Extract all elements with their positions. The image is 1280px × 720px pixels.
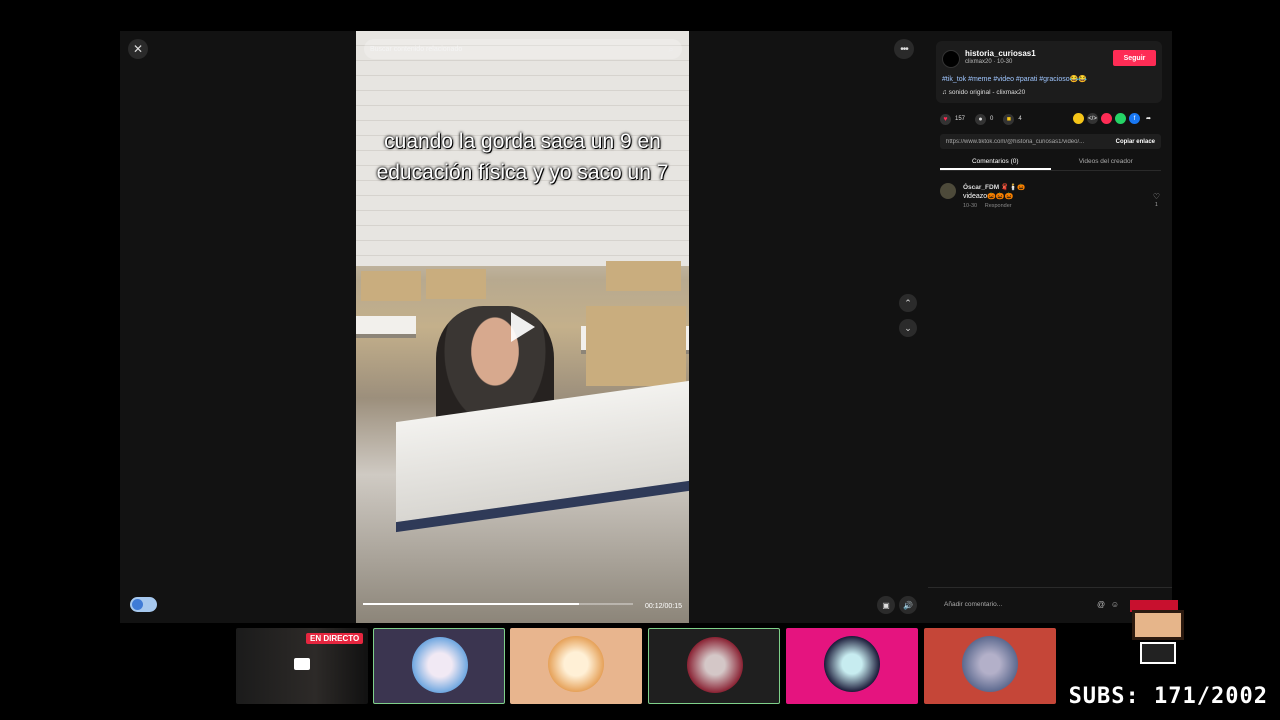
comment-date: 10-30 bbox=[963, 203, 978, 209]
stats-row: ♥ 157 ● 0 ■ 4 bbox=[940, 113, 1022, 125]
share-icon-pink[interactable] bbox=[1101, 113, 1112, 124]
tabs: Comentarios (0) Videos del creador bbox=[940, 155, 1161, 171]
more-options-icon[interactable]: ••• bbox=[894, 39, 914, 59]
next-video-icon[interactable]: ⌄ bbox=[899, 319, 917, 337]
comment-text: videazo🎃🎃🎃 bbox=[963, 193, 1014, 200]
tab-creator-videos[interactable]: Videos del creador bbox=[1051, 155, 1162, 170]
comment-like-icon[interactable]: ♡ 1 bbox=[1153, 193, 1160, 209]
comment-avatar[interactable] bbox=[940, 183, 956, 199]
member-avatar bbox=[412, 637, 468, 693]
comment-input[interactable]: Añadir comentario... bbox=[944, 601, 1002, 608]
emoji-icon[interactable]: ☺ bbox=[1110, 600, 1120, 610]
live-badge: EN DIRECTO bbox=[306, 633, 364, 644]
monitor-icon bbox=[294, 658, 310, 670]
video-frame[interactable]: Buscar contenido relacionado ⌕ cuando la… bbox=[356, 31, 689, 623]
member-thumb-5[interactable] bbox=[924, 628, 1056, 704]
link-row: https://www.tiktok.com/@historia_curiosa… bbox=[940, 134, 1161, 149]
author-subtitle: clixmax20 · 10-30 bbox=[965, 59, 1013, 65]
author-card: historia_curiosas1 clixmax20 · 10-30 Seg… bbox=[936, 41, 1162, 103]
tab-comments[interactable]: Comentarios (0) bbox=[940, 155, 1051, 170]
like-count: 157 bbox=[955, 116, 966, 122]
comment-icon[interactable]: ● bbox=[975, 113, 987, 125]
toggle-knob bbox=[132, 599, 143, 610]
member-thumb-3[interactable] bbox=[648, 628, 780, 704]
previous-video-icon[interactable]: ⌃ bbox=[899, 294, 917, 312]
video-chair bbox=[606, 261, 681, 291]
mascot-face bbox=[1132, 610, 1184, 640]
reply-link[interactable]: Responder bbox=[985, 203, 1012, 209]
hashtags[interactable]: #tik_tok #meme #video #parati #gracioso😂… bbox=[942, 75, 1087, 83]
live-thumbnail[interactable]: EN DIRECTO bbox=[236, 628, 368, 704]
video-chair bbox=[426, 269, 486, 299]
member-avatar bbox=[962, 636, 1018, 692]
video-player-area: ✕ ••• Buscar contenido relacionado ⌕ cua… bbox=[120, 31, 928, 623]
close-icon[interactable]: ✕ bbox=[128, 39, 148, 59]
video-caption: cuando la gorda saca un 9 en educación f… bbox=[376, 130, 669, 184]
save-count: 4 bbox=[1018, 116, 1022, 122]
member-avatar bbox=[687, 637, 743, 693]
tiktok-viewer: ✕ ••• Buscar contenido relacionado ⌕ cua… bbox=[120, 31, 1172, 623]
facebook-icon[interactable]: f bbox=[1129, 113, 1140, 124]
music-label[interactable]: ♫ sonido original - clixmax20 bbox=[942, 89, 1025, 96]
progress-bar[interactable] bbox=[363, 603, 633, 605]
forward-icon[interactable]: ➦ bbox=[1143, 113, 1154, 124]
author-username[interactable]: historia_curiosas1 bbox=[965, 49, 1036, 58]
video-chair bbox=[586, 306, 686, 386]
bookmark-icon[interactable]: ■ bbox=[1003, 113, 1015, 125]
copy-link-button[interactable]: Copiar enlace bbox=[1110, 139, 1161, 145]
embed-icon[interactable]: </> bbox=[1087, 113, 1098, 124]
whatsapp-icon[interactable] bbox=[1115, 113, 1126, 124]
search-placeholder: Buscar contenido relacionado bbox=[370, 45, 463, 53]
play-icon[interactable] bbox=[511, 312, 535, 342]
search-icon[interactable]: ⌕ bbox=[666, 44, 676, 54]
related-search-input[interactable]: Buscar contenido relacionado ⌕ bbox=[364, 39, 682, 59]
details-panel: historia_curiosas1 clixmax20 · 10-30 Seg… bbox=[928, 31, 1172, 623]
video-url[interactable]: https://www.tiktok.com/@historia_curiosa… bbox=[940, 139, 1110, 145]
follow-button[interactable]: Seguir bbox=[1113, 50, 1156, 66]
avatar[interactable] bbox=[942, 50, 960, 68]
comment-like-count: 1 bbox=[1155, 202, 1158, 208]
share-row: </> f ➦ bbox=[1073, 113, 1154, 124]
heart-icon[interactable]: ♥ bbox=[940, 113, 951, 125]
time-display: 00:12/00:15 bbox=[645, 603, 682, 610]
picture-in-picture-icon[interactable]: ▣ bbox=[877, 596, 895, 614]
mention-icon[interactable]: @ bbox=[1096, 600, 1106, 610]
member-thumb-4[interactable] bbox=[786, 628, 918, 704]
comment-author[interactable]: Óscar_FDM 🧣🕯️🎃 bbox=[963, 183, 1025, 191]
pixel-mascot bbox=[1126, 598, 1192, 668]
member-thumb-1[interactable] bbox=[373, 628, 505, 704]
comment-meta: 10-30 Responder bbox=[963, 203, 1012, 209]
progress-fill bbox=[363, 603, 579, 605]
member-avatar bbox=[548, 636, 604, 692]
member-thumb-2[interactable] bbox=[510, 628, 642, 704]
autoscroll-toggle[interactable] bbox=[130, 597, 157, 612]
subs-counter: SUBS: 171/2002 bbox=[1068, 684, 1268, 709]
share-icon-yellow[interactable] bbox=[1073, 113, 1084, 124]
member-avatar bbox=[824, 636, 880, 692]
comment-item: Óscar_FDM 🧣🕯️🎃 videazo🎃🎃🎃 10-30 Responde… bbox=[940, 181, 1160, 215]
comment-count: 0 bbox=[990, 116, 994, 122]
video-chair bbox=[361, 271, 421, 301]
volume-icon[interactable]: 🔊 bbox=[899, 596, 917, 614]
video-desk bbox=[356, 316, 416, 338]
mascot-body bbox=[1140, 642, 1176, 664]
